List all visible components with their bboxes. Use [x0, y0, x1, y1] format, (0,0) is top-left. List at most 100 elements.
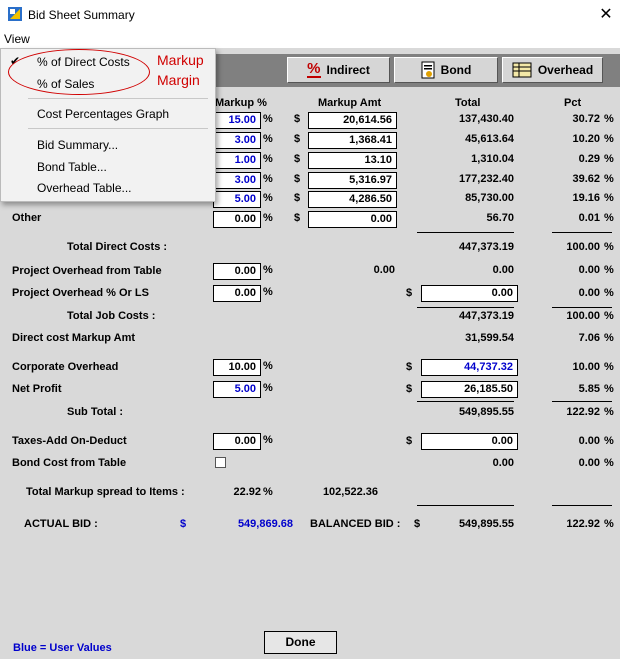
spread-amt: 102,522.36: [322, 486, 378, 498]
profit-total-input[interactable]: 26,185.50: [421, 381, 518, 398]
blue-legend: Blue = User Values: [13, 642, 112, 654]
pct-sign: %: [263, 486, 273, 498]
percent-icon: %: [307, 60, 321, 78]
pct-sign: %: [604, 287, 614, 299]
poh-ls-pct: 0.00: [578, 287, 600, 299]
pct-sign: %: [604, 457, 614, 469]
markup-input-row-4[interactable]: 3.00: [213, 172, 261, 189]
poh-ls-markup-input[interactable]: 0.00: [213, 285, 261, 302]
menu-view[interactable]: View: [4, 32, 30, 46]
taxes-markup-input[interactable]: 0.00: [213, 433, 261, 450]
divider: [417, 401, 514, 402]
dollar-sign: $: [294, 133, 301, 145]
pct-sign: %: [604, 173, 614, 185]
corp-label: Corporate Overhead: [12, 361, 119, 373]
total-row-2: 45,613.64: [465, 133, 514, 145]
total-direct-label: Total Direct Costs :: [67, 241, 168, 253]
pct-sign: %: [604, 435, 614, 447]
spread-pct: 22.92: [233, 486, 261, 498]
pct-sign: %: [604, 153, 614, 165]
total-job-label: Total Job Costs :: [67, 310, 156, 322]
pct-row-6: 0.01: [578, 212, 600, 224]
markup-input-row-2[interactable]: 3.00: [213, 132, 261, 149]
taxes-total-input[interactable]: 0.00: [421, 433, 518, 450]
poh-table-markup-input[interactable]: 0.00: [213, 263, 261, 280]
menu-item-bid-summary[interactable]: Bid Summary...: [37, 138, 118, 152]
divider: [417, 307, 514, 308]
menu-separator: [28, 98, 208, 99]
poh-ls-total-input[interactable]: 0.00: [421, 285, 518, 302]
taxes-label: Taxes-Add On-Deduct: [12, 435, 127, 447]
pct-sign: %: [263, 113, 273, 125]
dollar-sign: $: [406, 361, 413, 373]
header-markup-amt: Markup Amt: [318, 97, 382, 109]
balanced-bid-pct: 122.92: [566, 518, 600, 530]
bond-label: Bond: [440, 63, 472, 77]
done-button[interactable]: Done: [264, 631, 337, 654]
total-row-6: 56.70: [486, 212, 514, 224]
pct-row-3: 0.29: [578, 153, 600, 165]
total-job-value: 447,373.19: [458, 310, 514, 322]
menu-item-bond-table[interactable]: Bond Table...: [37, 160, 107, 174]
pct-sign: %: [604, 406, 614, 418]
menu-item-overhead-table[interactable]: Overhead Table...: [37, 181, 132, 195]
balanced-bid-label: BALANCED BID :: [310, 518, 401, 530]
markup-amt-input-row-6[interactable]: 0.00: [308, 211, 397, 228]
close-icon[interactable]: ✕: [597, 4, 615, 24]
dollar-sign: $: [294, 153, 301, 165]
menu-item-cost-pct-graph[interactable]: Cost Percentages Graph: [37, 107, 169, 121]
profit-pct: 5.85: [578, 383, 600, 395]
profit-label: Net Profit: [12, 383, 62, 395]
pct-sign: %: [604, 518, 614, 530]
poh-table-amt: 0.00: [373, 264, 395, 276]
bond-document-icon: [421, 61, 435, 79]
dc-markup-pct: 7.06: [578, 332, 600, 344]
dollar-sign: $: [294, 173, 301, 185]
markup-amt-input-row-1[interactable]: 20,614.56: [308, 112, 397, 129]
markup-input-row-5[interactable]: 5.00: [213, 191, 261, 208]
corp-pct: 10.00: [572, 361, 600, 373]
actual-bid-label: ACTUAL BID :: [24, 518, 98, 530]
bond-cost-label: Bond Cost from Table: [12, 457, 127, 469]
markup-amt-input-row-2[interactable]: 1,368.41: [308, 132, 397, 149]
total-row-4: 177,232.40: [458, 173, 514, 185]
overhead-button[interactable]: Overhead: [502, 57, 603, 83]
total-direct-pct: 100.00: [566, 241, 600, 253]
divider: [417, 505, 514, 506]
corp-markup-input[interactable]: 10.00: [213, 359, 261, 376]
markup-input-row-1[interactable]: 15.00: [213, 112, 261, 129]
header-pct: Pct: [564, 97, 582, 109]
divider: [552, 307, 612, 308]
pct-sign: %: [263, 286, 273, 298]
bond-cost-pct: 0.00: [578, 457, 600, 469]
markup-amt-input-row-5[interactable]: 4,286.50: [308, 191, 397, 208]
dollar-sign: $: [294, 113, 301, 125]
total-row-3: 1,310.04: [471, 153, 514, 165]
pct-row-5: 19.16: [572, 192, 600, 204]
actual-bid-value: 549,869.68: [237, 518, 293, 530]
markup-amt-input-row-3[interactable]: 13.10: [308, 152, 397, 169]
pct-sign: %: [263, 153, 273, 165]
markup-input-row-6[interactable]: 0.00: [213, 211, 261, 228]
pct-row-2: 10.20: [572, 133, 600, 145]
bond-cost-checkbox[interactable]: [215, 457, 226, 468]
markup-input-row-3[interactable]: 1.00: [213, 152, 261, 169]
pct-row-4: 39.62: [572, 173, 600, 185]
indirect-button[interactable]: % Indirect: [287, 57, 390, 83]
pct-sign: %: [263, 173, 273, 185]
profit-markup-input[interactable]: 5.00: [213, 381, 261, 398]
dc-markup-label: Direct cost Markup Amt: [12, 332, 136, 344]
annotation-margin: Margin: [157, 72, 200, 88]
pct-sign: %: [263, 192, 273, 204]
pct-sign: %: [263, 133, 273, 145]
row-label-other: Other: [12, 212, 42, 224]
total-row-1: 137,430.40: [458, 113, 514, 125]
corp-total-input[interactable]: 44,737.32: [421, 359, 518, 376]
subtotal-value: 549,895.55: [458, 406, 514, 418]
dollar-sign: $: [406, 287, 413, 299]
balanced-bid-value: 549,895.55: [458, 518, 514, 530]
bond-button[interactable]: Bond: [394, 57, 498, 83]
pct-sign: %: [604, 264, 614, 276]
pct-sign: %: [263, 360, 273, 372]
markup-amt-input-row-4[interactable]: 5,316.97: [308, 172, 397, 189]
